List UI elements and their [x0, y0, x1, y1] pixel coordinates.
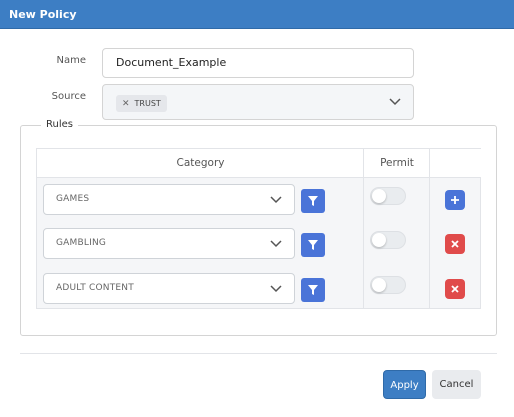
permit-toggle[interactable]: [370, 276, 406, 294]
filter-button[interactable]: [301, 233, 325, 257]
permit-column-header: Permit: [364, 149, 430, 178]
add-rule-button[interactable]: [445, 190, 465, 210]
source-chip: ✕ TRUST: [116, 95, 167, 112]
chevron-down-icon: [270, 285, 282, 293]
delete-rule-button[interactable]: [445, 234, 465, 254]
permit-toggle[interactable]: [370, 187, 406, 205]
category-column-header: Category: [37, 149, 364, 178]
filter-icon: [308, 240, 318, 250]
chip-remove-icon[interactable]: ✕: [122, 99, 130, 109]
permit-toggle[interactable]: [370, 231, 406, 249]
filter-icon: [308, 196, 318, 206]
actions-column-header: [430, 149, 481, 178]
source-select[interactable]: ✕ TRUST: [102, 84, 414, 120]
chevron-down-icon: [270, 196, 282, 204]
delete-rule-button[interactable]: [445, 279, 465, 299]
source-label: Source: [51, 91, 86, 102]
cancel-button[interactable]: Cancel: [432, 370, 481, 399]
plus-icon: [451, 196, 459, 204]
close-icon: [451, 285, 459, 293]
apply-button[interactable]: Apply: [383, 370, 426, 399]
chevron-down-icon[interactable]: [389, 97, 401, 107]
chevron-down-icon: [270, 240, 282, 248]
filter-button[interactable]: [301, 278, 325, 302]
filter-button[interactable]: [301, 189, 325, 213]
filter-icon: [308, 285, 318, 295]
close-icon: [451, 240, 459, 248]
category-value: GAMBLING: [56, 238, 107, 248]
category-select-adult-content[interactable]: ADULT CONTENT: [43, 273, 295, 304]
rules-table: Category Permit GAMES GAMBLING ADULT CON…: [36, 148, 481, 309]
name-label: Name: [56, 55, 86, 66]
category-select-gambling[interactable]: GAMBLING: [43, 228, 295, 259]
category-value: GAMES: [56, 194, 90, 204]
dialog-title: New Policy: [0, 0, 514, 29]
name-input[interactable]: Document_Example: [102, 48, 414, 78]
category-select-games[interactable]: GAMES: [43, 184, 295, 215]
rules-legend: Rules: [41, 119, 78, 130]
category-value: ADULT CONTENT: [56, 283, 134, 293]
footer-divider: [20, 353, 497, 354]
chip-label: TRUST: [134, 99, 161, 108]
